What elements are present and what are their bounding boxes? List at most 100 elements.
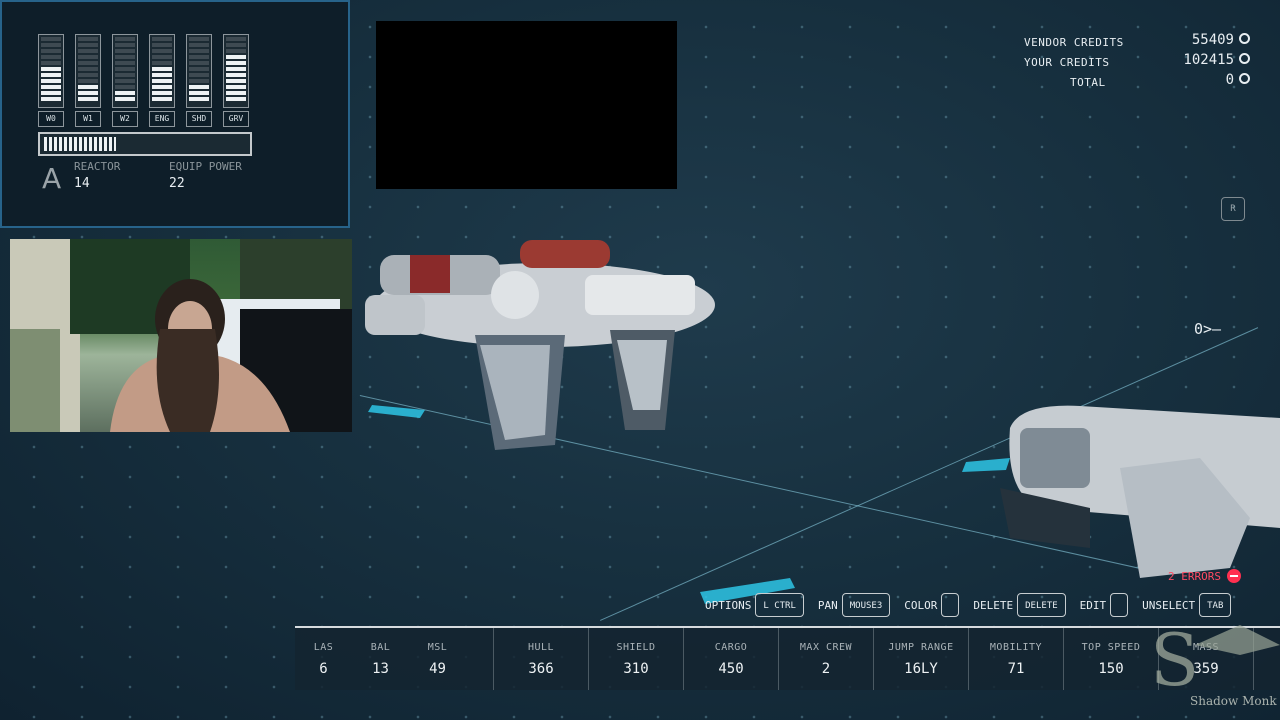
power-meter-segment xyxy=(189,79,209,83)
power-meter-segment xyxy=(189,43,209,47)
power-meter-segment xyxy=(41,97,61,101)
power-meter-grv[interactable]: GRV xyxy=(223,34,249,127)
power-meter-label: W0 xyxy=(38,111,64,127)
power-meter-segment xyxy=(41,67,61,71)
total-row: TOTAL 0 xyxy=(1020,72,1250,92)
your-credits-row: YOUR CREDITS 102415 xyxy=(1020,52,1250,72)
power-meter-segment xyxy=(41,43,61,47)
power-meter-segment xyxy=(78,79,98,83)
power-meter-segment xyxy=(115,67,135,71)
video-overlay-blank xyxy=(376,21,677,189)
power-meter-segment xyxy=(189,55,209,59)
stat-value: 450 xyxy=(718,661,744,677)
power-meter-segment xyxy=(41,37,61,41)
power-meter-segment xyxy=(226,37,246,41)
hint-key-delete[interactable]: DELETE xyxy=(1017,593,1066,617)
equip-power-label: EQUIP POWER xyxy=(169,160,242,173)
power-meter-box xyxy=(38,34,64,108)
power-meter-segment xyxy=(226,43,246,47)
power-meter-segment xyxy=(189,61,209,65)
power-meter-box xyxy=(223,34,249,108)
reactor-value: 14 xyxy=(74,176,90,191)
power-meter-segment xyxy=(189,73,209,77)
stat-label: JUMP RANGE xyxy=(888,642,954,653)
stat-label: TOP SPEED xyxy=(1081,642,1141,653)
power-meter-segment xyxy=(152,37,172,41)
stat-max-crew: MAX CREW 2 xyxy=(779,628,874,690)
errors-indicator[interactable]: 2 ERRORS xyxy=(1168,569,1241,583)
power-meter-segment xyxy=(115,97,135,101)
hint-key-edit[interactable] xyxy=(1110,593,1129,617)
power-meter-segment xyxy=(152,67,172,71)
power-meter-segment xyxy=(189,97,209,101)
shadow-monk-logo: S Shadow Monk xyxy=(1150,618,1280,708)
stat-value: 71 xyxy=(1007,661,1025,677)
power-meter-segment xyxy=(115,37,135,41)
stat-value: 49 xyxy=(429,661,446,677)
total-value: 0 xyxy=(1225,72,1234,88)
hint-key-color[interactable] xyxy=(941,593,960,617)
power-meter-segment xyxy=(115,79,135,83)
power-meter-segment xyxy=(189,37,209,41)
stat-value: 150 xyxy=(1098,661,1124,677)
power-meter-segment xyxy=(152,79,172,83)
power-meters: W0 W1 W2 ENG SHD GRV xyxy=(38,34,249,127)
power-meter-segment xyxy=(78,49,98,53)
power-meter-segment xyxy=(152,43,172,47)
power-meter-shd[interactable]: SHD xyxy=(186,34,212,127)
equip-power-value: 22 xyxy=(169,176,185,191)
credit-icon xyxy=(1239,53,1250,64)
webcam-overlay xyxy=(10,239,352,432)
stat-label: MOBILITY xyxy=(989,642,1043,653)
power-meter-segment xyxy=(189,85,209,89)
total-label: TOTAL xyxy=(1070,76,1106,89)
stat-value: 366 xyxy=(528,661,554,677)
vendor-credits-row: VENDOR CREDITS 55409 xyxy=(1020,32,1250,52)
power-meter-segment xyxy=(41,85,61,89)
power-meter-eng[interactable]: ENG xyxy=(149,34,175,127)
power-meter-segment xyxy=(226,85,246,89)
error-icon xyxy=(1226,569,1241,583)
power-meter-segment xyxy=(226,49,246,53)
vendor-credits-value: 55409 xyxy=(1191,32,1234,48)
hint-key-pan[interactable]: MOUSE3 xyxy=(841,593,891,617)
power-meter-segment xyxy=(41,73,61,77)
stat-label: LAS xyxy=(313,642,334,653)
power-meter-w2[interactable]: W2 xyxy=(112,34,138,127)
power-meter-box xyxy=(149,34,175,108)
power-meter-label: GRV xyxy=(223,111,249,127)
power-meter-segment xyxy=(226,79,246,83)
hint-key-options[interactable]: L CTRL xyxy=(755,593,804,617)
watermark-text: Shadow Monk xyxy=(1190,694,1277,708)
power-meter-segment xyxy=(78,85,98,89)
ship-power-panel: W0 W1 W2 ENG SHD GRV A REACTOR 14 EQUIP POWER… xyxy=(0,0,350,228)
hint-key-unselect[interactable]: TAB xyxy=(1199,593,1232,617)
power-meter-segment xyxy=(152,61,172,65)
power-meter-w1[interactable]: W1 xyxy=(75,34,101,127)
ship-stats-bar: LAS 6 BAL 13 MSL 49 HULL 366 SHIELD 310 CARGO 450 M… xyxy=(295,626,1280,690)
stat-cargo: CARGO 450 xyxy=(684,628,779,690)
power-meter-segment xyxy=(115,55,135,59)
power-meter-box xyxy=(112,34,138,108)
rotate-key-button[interactable]: R xyxy=(1221,197,1245,221)
stat-label: MSL xyxy=(427,642,448,653)
svg-text:S: S xyxy=(1150,618,1199,702)
stat-label: SHIELD xyxy=(616,642,656,653)
power-meter-label: W2 xyxy=(112,111,138,127)
stat-hull: HULL 366 xyxy=(494,628,589,690)
stat-value: 310 xyxy=(623,661,649,677)
power-meter-segment xyxy=(189,49,209,53)
power-meter-w0[interactable]: W0 xyxy=(38,34,64,127)
power-meter-segment xyxy=(152,91,172,95)
power-meter-segment xyxy=(226,67,246,71)
stat-shield: SHIELD 310 xyxy=(589,628,684,690)
credit-icon xyxy=(1239,73,1250,84)
stat-value: 2 xyxy=(821,661,831,677)
power-meter-label: SHD xyxy=(186,111,212,127)
errors-text: 2 ERRORS xyxy=(1168,569,1221,583)
zoom-readout: 0>— xyxy=(1194,320,1222,338)
weapons-stats: LAS 6 BAL 13 MSL 49 xyxy=(295,628,494,690)
power-meter-segment xyxy=(189,67,209,71)
reactor-bar xyxy=(38,132,252,156)
your-credits-value: 102415 xyxy=(1183,52,1234,68)
